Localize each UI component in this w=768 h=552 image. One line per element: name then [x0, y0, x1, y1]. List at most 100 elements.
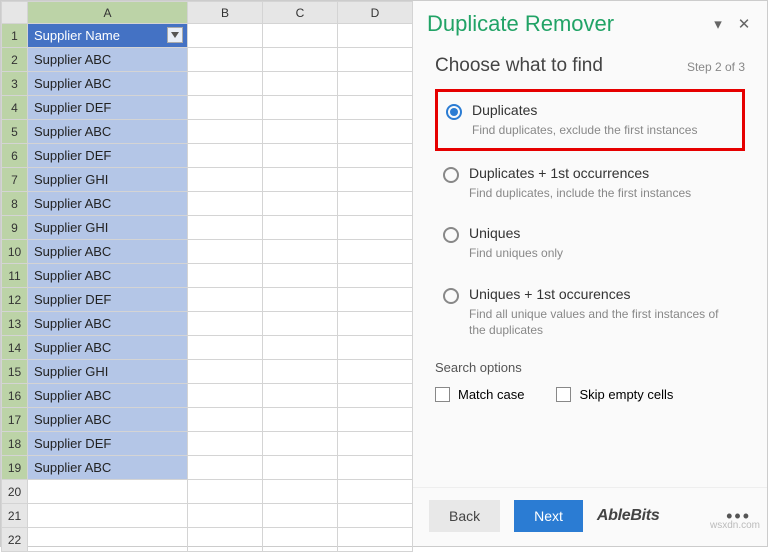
cell[interactable] [338, 528, 413, 552]
data-cell[interactable]: Supplier ABC [28, 384, 188, 408]
row-header[interactable]: 3 [2, 72, 28, 96]
cell[interactable] [188, 504, 263, 528]
data-cell[interactable]: Supplier DEF [28, 144, 188, 168]
row-header[interactable]: 13 [2, 312, 28, 336]
cell[interactable] [188, 288, 263, 312]
data-cell[interactable]: Supplier ABC [28, 336, 188, 360]
cell[interactable] [188, 528, 263, 552]
cell[interactable] [338, 96, 413, 120]
cell[interactable] [338, 504, 413, 528]
back-button[interactable]: Back [429, 500, 500, 532]
data-cell[interactable]: Supplier ABC [28, 240, 188, 264]
cell[interactable] [263, 168, 338, 192]
cell[interactable] [28, 480, 188, 504]
cell[interactable] [338, 288, 413, 312]
cell[interactable] [263, 360, 338, 384]
cell[interactable] [188, 408, 263, 432]
cell[interactable] [338, 216, 413, 240]
row-header[interactable]: 2 [2, 48, 28, 72]
cell[interactable] [338, 48, 413, 72]
cell[interactable] [338, 240, 413, 264]
cell[interactable] [263, 120, 338, 144]
cell[interactable] [338, 336, 413, 360]
cell[interactable] [263, 384, 338, 408]
cell[interactable] [263, 528, 338, 552]
find-option-2[interactable]: Uniques Find uniques only [435, 215, 745, 271]
cell[interactable] [188, 168, 263, 192]
cell[interactable] [263, 336, 338, 360]
row-header[interactable]: 11 [2, 264, 28, 288]
cell[interactable] [338, 480, 413, 504]
cell[interactable] [338, 312, 413, 336]
row-header[interactable]: 8 [2, 192, 28, 216]
data-cell[interactable]: Supplier ABC [28, 120, 188, 144]
table-header-cell[interactable]: Supplier Name [28, 24, 188, 48]
cell[interactable] [188, 72, 263, 96]
select-all-corner[interactable] [2, 2, 28, 24]
match-case-option[interactable]: Match case [435, 387, 524, 402]
cell[interactable] [188, 96, 263, 120]
data-cell[interactable]: Supplier DEF [28, 96, 188, 120]
cell[interactable] [188, 264, 263, 288]
find-option-3[interactable]: Uniques + 1st occurences Find all unique… [435, 276, 745, 348]
cell[interactable] [338, 144, 413, 168]
data-cell[interactable]: Supplier ABC [28, 72, 188, 96]
row-header[interactable]: 5 [2, 120, 28, 144]
data-cell[interactable]: Supplier GHI [28, 168, 188, 192]
col-header-A[interactable]: A [28, 2, 188, 24]
cell[interactable] [263, 48, 338, 72]
filter-dropdown-icon[interactable] [167, 27, 183, 43]
col-header-C[interactable]: C [263, 2, 338, 24]
data-cell[interactable]: Supplier ABC [28, 192, 188, 216]
cell[interactable] [338, 456, 413, 480]
col-header-D[interactable]: D [338, 2, 413, 24]
cell[interactable] [188, 240, 263, 264]
data-cell[interactable]: Supplier ABC [28, 456, 188, 480]
cell[interactable] [263, 504, 338, 528]
cell[interactable] [188, 336, 263, 360]
row-header[interactable]: 1 [2, 24, 28, 48]
cell[interactable] [188, 192, 263, 216]
data-cell[interactable]: Supplier DEF [28, 288, 188, 312]
cell[interactable] [338, 24, 413, 48]
cell[interactable] [263, 456, 338, 480]
cell[interactable] [188, 144, 263, 168]
cell[interactable] [263, 216, 338, 240]
cell[interactable] [263, 264, 338, 288]
find-option-0[interactable]: Duplicates Find duplicates, exclude the … [435, 89, 745, 151]
cell[interactable] [188, 48, 263, 72]
cell[interactable] [338, 408, 413, 432]
row-header[interactable]: 21 [2, 504, 28, 528]
data-cell[interactable]: Supplier GHI [28, 360, 188, 384]
find-option-1[interactable]: Duplicates + 1st occurrences Find duplic… [435, 155, 745, 211]
cell[interactable] [263, 144, 338, 168]
next-button[interactable]: Next [514, 500, 583, 532]
cell[interactable] [188, 480, 263, 504]
cell[interactable] [263, 96, 338, 120]
cell[interactable] [188, 216, 263, 240]
cell[interactable] [188, 456, 263, 480]
row-header[interactable]: 9 [2, 216, 28, 240]
cell[interactable] [338, 120, 413, 144]
data-cell[interactable]: Supplier DEF [28, 432, 188, 456]
row-header[interactable]: 6 [2, 144, 28, 168]
row-header[interactable]: 12 [2, 288, 28, 312]
data-cell[interactable]: Supplier ABC [28, 408, 188, 432]
row-header[interactable]: 20 [2, 480, 28, 504]
cell[interactable] [263, 240, 338, 264]
row-header[interactable]: 16 [2, 384, 28, 408]
row-header[interactable]: 18 [2, 432, 28, 456]
row-header[interactable]: 7 [2, 168, 28, 192]
data-cell[interactable]: Supplier GHI [28, 216, 188, 240]
cell[interactable] [188, 384, 263, 408]
data-cell[interactable]: Supplier ABC [28, 264, 188, 288]
cell[interactable] [338, 360, 413, 384]
cell[interactable] [338, 72, 413, 96]
cell[interactable] [28, 504, 188, 528]
row-header[interactable]: 14 [2, 336, 28, 360]
cell[interactable] [263, 24, 338, 48]
cell[interactable] [263, 72, 338, 96]
cell[interactable] [263, 432, 338, 456]
chevron-down-icon[interactable]: ▾ [709, 15, 727, 33]
data-cell[interactable]: Supplier ABC [28, 312, 188, 336]
